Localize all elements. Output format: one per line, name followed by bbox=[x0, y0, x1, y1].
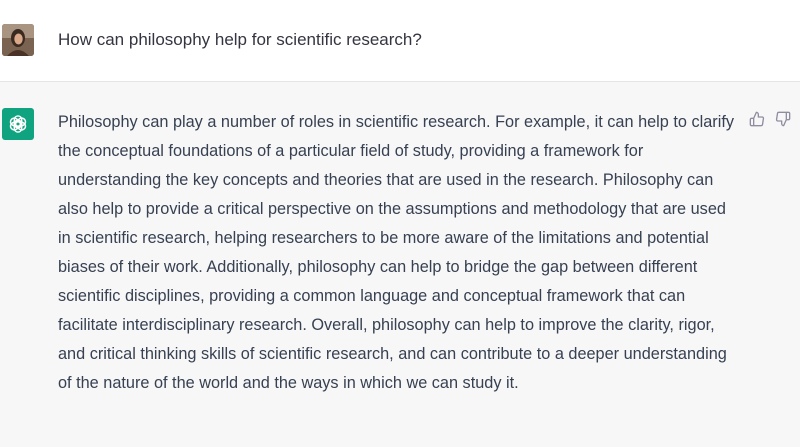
user-photo-icon bbox=[2, 24, 34, 56]
openai-logo-icon bbox=[9, 115, 27, 133]
user-avatar bbox=[2, 24, 34, 56]
thumbs-up-button[interactable] bbox=[748, 110, 766, 128]
user-message-text: How can philosophy help for scientific r… bbox=[58, 30, 422, 49]
user-message-row: How can philosophy help for scientific r… bbox=[0, 0, 800, 82]
thumbs-down-icon bbox=[775, 111, 791, 127]
thumbs-up-icon bbox=[749, 111, 765, 127]
assistant-message-text: Philosophy can play a number of roles in… bbox=[58, 113, 734, 392]
assistant-message-row: Philosophy can play a number of roles in… bbox=[0, 82, 800, 447]
assistant-avatar bbox=[2, 108, 34, 140]
thumbs-down-button[interactable] bbox=[774, 110, 792, 128]
